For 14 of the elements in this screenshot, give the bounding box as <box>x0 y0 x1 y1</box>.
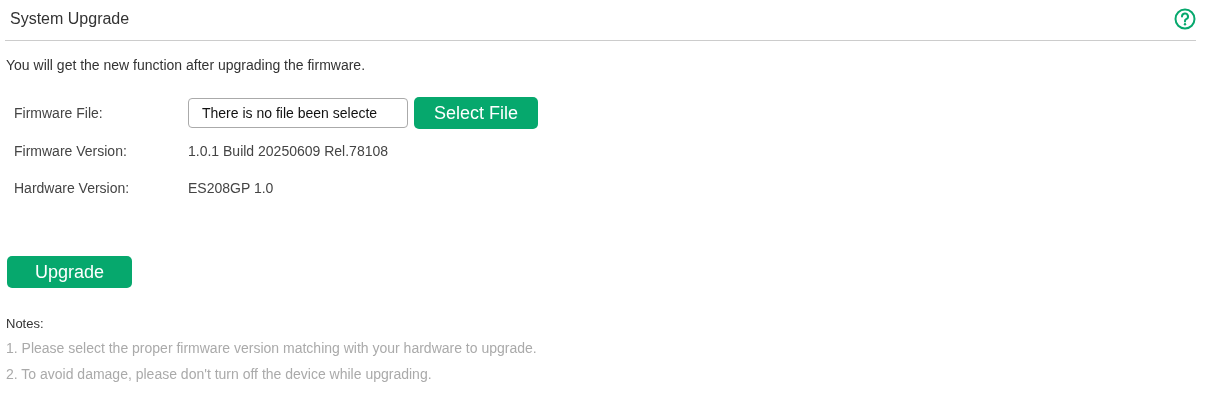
field-label: Firmware File: <box>14 105 104 121</box>
field-label: Firmware Version: <box>14 142 128 159</box>
field-value: 1.0.1 Build 20250609 Rel.78108 <box>188 142 389 159</box>
field-label: Hardware Version: <box>14 179 131 196</box>
page-title: System Upgrade <box>10 10 130 28</box>
file-field[interactable]: There is no file been selecte <box>188 98 408 128</box>
note-text: 2. To avoid damage, please don't turn off the device while upgrading. <box>6 366 433 382</box>
intro-text: You will get the new function after upgrading the firmware. <box>6 57 367 73</box>
note-text: 1. Please select the proper firmware version matching with your hardware to upgrade. <box>6 340 538 356</box>
select-file-button[interactable]: Select File <box>414 97 539 129</box>
notes-heading: Notes: <box>6 316 45 331</box>
upgrade-button[interactable]: Upgrade <box>7 256 132 288</box>
field-value: ES208GP 1.0 <box>188 179 274 196</box>
help-icon[interactable] <box>1174 8 1196 30</box>
